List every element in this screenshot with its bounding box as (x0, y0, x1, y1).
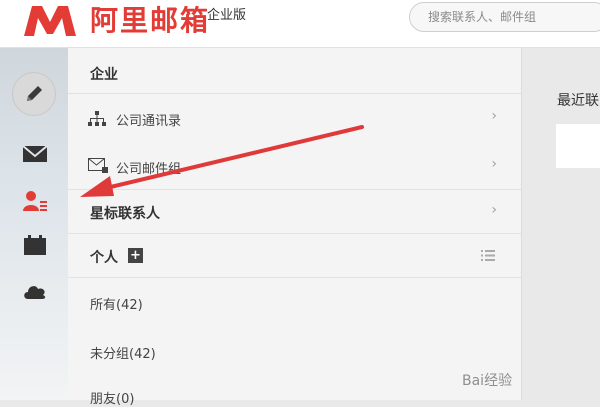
group-friends-item[interactable]: 朋友(0) (90, 388, 134, 407)
aliyun-mail-logo-icon[interactable] (20, 2, 80, 38)
company-mail-group-label: 公司邮件组 (116, 162, 182, 177)
personal-section-header: 个人 + (68, 234, 521, 278)
cloud-icon[interactable] (22, 280, 48, 302)
company-mail-group-item[interactable]: 公司邮件组 › (68, 142, 521, 190)
recent-contacts-box (556, 124, 600, 168)
baidu-jingyan-watermark: Bai经验 (462, 373, 513, 389)
contact-search-input[interactable]: 搜索联系人、邮件组 (409, 2, 600, 32)
edition-label: 企业版 (207, 8, 247, 23)
chevron-right-icon: › (491, 202, 497, 218)
contacts-panel: 企业 公司通讯录 › 公司邮件组 › 星标联系人 › 个人 + 所有(42) 未… (68, 48, 522, 407)
pencil-icon (27, 86, 42, 101)
brand-name[interactable]: 阿里邮箱 (90, 4, 210, 38)
left-nav-rail (0, 48, 68, 400)
recent-contacts-title: 最近联 (557, 93, 599, 109)
company-directory-label: 公司通讯录 (116, 114, 182, 129)
list-manage-icon[interactable] (481, 250, 495, 261)
mail-icon[interactable] (22, 143, 48, 165)
group-ungrouped-item[interactable]: 未分组(42) (90, 343, 156, 362)
add-group-icon[interactable]: + (128, 248, 143, 263)
starred-contacts-title: 星标联系人 (90, 206, 160, 222)
calendar-icon[interactable] (22, 234, 48, 256)
company-directory-item[interactable]: 公司通讯录 › (68, 94, 521, 142)
mail-group-icon (88, 158, 108, 173)
top-header: 阿里邮箱 企业版 搜索联系人、邮件组 (0, 0, 600, 48)
compose-button[interactable] (12, 72, 56, 116)
chevron-right-icon: › (491, 108, 497, 124)
personal-title: 个人 (90, 250, 118, 266)
group-all-item[interactable]: 所有(42) (90, 294, 143, 313)
enterprise-section-header: 企业 (68, 48, 521, 94)
recent-contacts-area: 最近联 (522, 48, 600, 400)
starred-contacts-item[interactable]: 星标联系人 › (68, 190, 521, 234)
chevron-right-icon: › (491, 156, 497, 172)
contacts-icon[interactable] (22, 190, 48, 212)
org-chart-icon (88, 111, 106, 126)
enterprise-title: 企业 (90, 67, 118, 83)
